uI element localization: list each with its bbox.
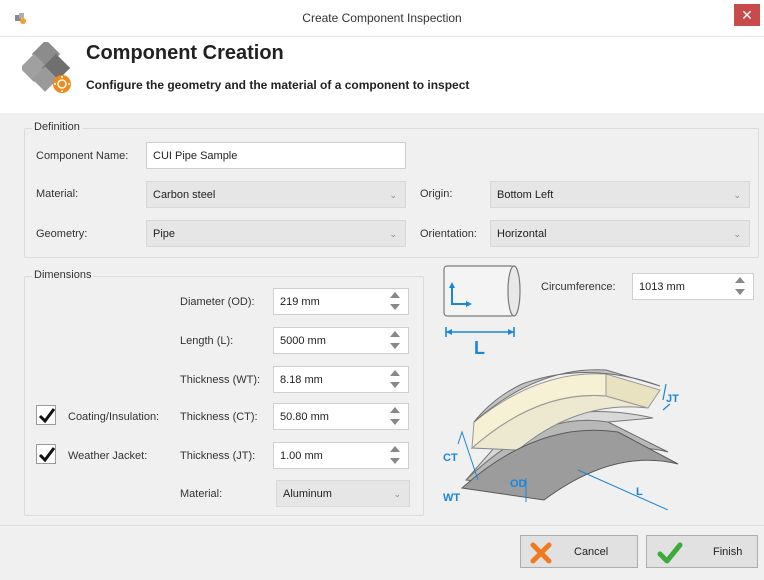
cancel-button-label: Cancel [574,546,609,558]
checkmark-icon [657,542,683,564]
geometry-select-value: Pipe [153,228,176,240]
spin-down-icon[interactable] [390,419,400,425]
origin-select[interactable]: Bottom Left ⌄ [490,181,750,208]
jacket-material-select[interactable]: Aluminum ⌄ [276,480,410,507]
pipe-cross-section-illustration [457,369,679,510]
circumference-value: 1013 mm [639,281,685,293]
spin-down-icon[interactable] [390,382,400,388]
length-stepper[interactable]: 5000 mm [273,327,409,354]
diameter-label: Diameter (OD): [180,296,255,308]
spin-down-icon[interactable] [390,304,400,310]
close-button[interactable]: ✕ [734,4,760,26]
thickness-wt-value: 8.18 mm [280,374,323,386]
circumference-stepper[interactable]: 1013 mm [632,273,754,300]
coating-checkbox[interactable] [36,405,56,425]
diameter-stepper[interactable]: 219 mm [273,288,409,315]
jacket-material-value: Aluminum [283,488,332,500]
wt-dimension-label: WT [443,492,461,504]
thickness-ct-value: 50.80 mm [280,411,329,423]
thickness-wt-label: Thickness (WT): [180,374,261,386]
material-label: Material: [36,188,79,200]
diameter-value: 219 mm [280,296,320,308]
length-label: Length (L): [180,335,234,347]
finish-button[interactable]: Finish [646,535,758,568]
geometry-label: Geometry: [36,228,88,240]
component-puzzle-icon [22,42,71,93]
spin-up-icon[interactable] [390,370,400,376]
length-value: 5000 mm [280,335,326,347]
thickness-ct-label: Thickness (CT): [180,411,258,423]
finish-button-label: Finish [713,546,743,558]
chevron-down-icon: ⌄ [733,229,741,239]
spin-down-icon[interactable] [735,289,745,295]
coating-checkbox-label[interactable]: Coating/Insulation: [68,411,159,423]
checkmark-icon [38,447,56,463]
checkmark-icon [38,408,56,424]
thickness-ct-stepper[interactable]: 50.80 mm [273,403,409,430]
orientation-select[interactable]: Horizontal ⌄ [490,220,750,247]
weather-jacket-checkbox[interactable] [36,444,56,464]
l-dimension-label: L [636,486,643,498]
material-select[interactable]: Carbon steel ⌄ [146,181,406,208]
orientation-label: Orientation: [420,228,477,240]
chevron-down-icon: ⌄ [393,489,401,499]
origin-label: Origin: [420,188,453,200]
page-subtitle: Configure the geometry and the material … [86,78,470,92]
spin-down-icon[interactable] [390,458,400,464]
definition-group-label: Definition [32,121,82,133]
pipe-orientation-diagram [443,265,521,337]
length-symbol: L [474,338,485,358]
spin-up-icon[interactable] [390,407,400,413]
spin-up-icon[interactable] [735,277,745,283]
spin-up-icon[interactable] [390,292,400,298]
component-name-label: Component Name: [36,150,129,162]
thickness-jt-stepper[interactable]: 1.00 mm [273,442,409,469]
orientation-select-value: Horizontal [497,228,547,240]
thickness-wt-stepper[interactable]: 8.18 mm [273,366,409,393]
weather-jacket-checkbox-label[interactable]: Weather Jacket: [68,450,147,462]
jt-dimension-label: JT [666,393,679,405]
cancel-x-icon [530,542,552,564]
origin-select-value: Bottom Left [497,189,554,201]
geometry-select[interactable]: Pipe ⌄ [146,220,406,247]
material-select-value: Carbon steel [153,189,216,201]
ct-dimension-label: CT [443,452,458,464]
dimensions-group-label: Dimensions [32,269,94,281]
component-name-field[interactable]: CUI Pipe Sample [146,142,406,169]
spin-up-icon[interactable] [390,331,400,337]
page-title: Component Creation [86,42,284,64]
chevron-down-icon: ⌄ [389,190,397,200]
od-dimension-label: OD [510,478,527,490]
spin-up-icon[interactable] [390,446,400,452]
jacket-material-label: Material: [180,488,223,500]
title-bar: Create Component Inspection ✕ [0,0,764,37]
spin-down-icon[interactable] [390,343,400,349]
chevron-down-icon: ⌄ [389,229,397,239]
thickness-jt-value: 1.00 mm [280,450,323,462]
window-title: Create Component Inspection [302,11,462,25]
chevron-down-icon: ⌄ [733,190,741,200]
thickness-jt-label: Thickness (JT): [180,450,256,462]
cancel-button[interactable]: Cancel [520,535,638,568]
circumference-label: Circumference: [541,281,616,293]
